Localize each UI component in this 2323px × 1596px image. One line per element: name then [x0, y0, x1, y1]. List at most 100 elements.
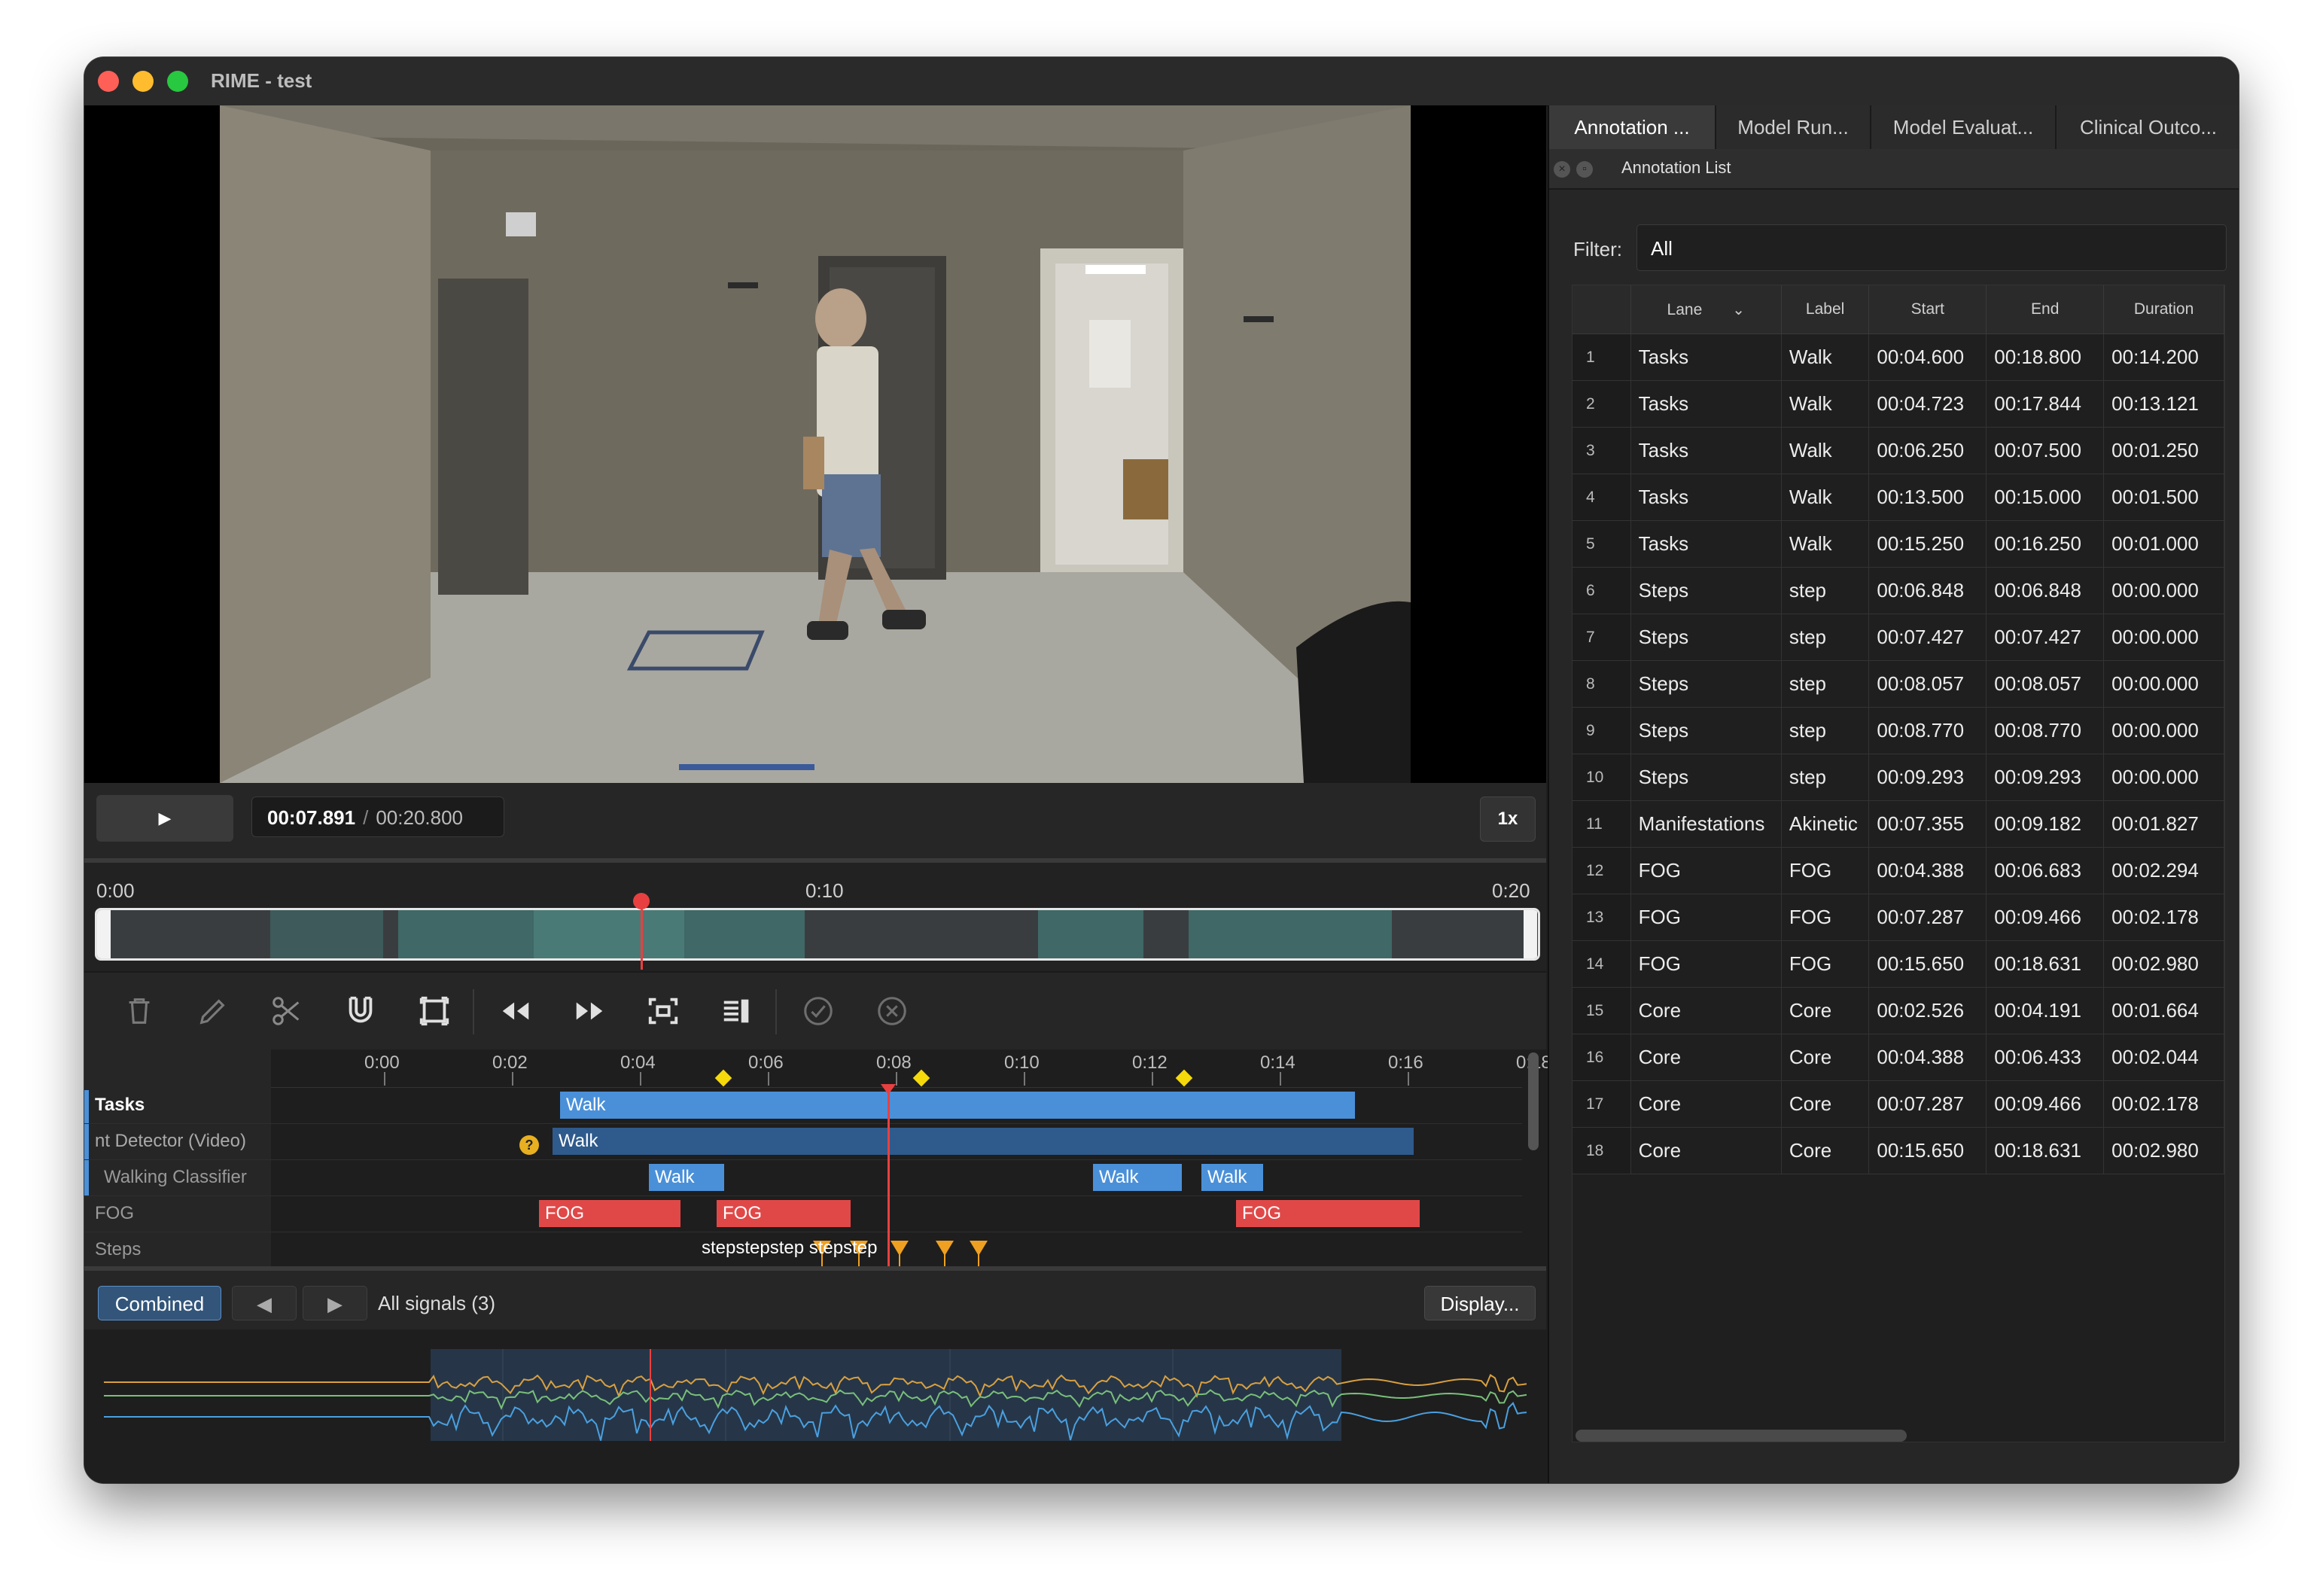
bookmark-marker[interactable]	[1175, 1069, 1192, 1087]
toolbar-separator	[775, 989, 777, 1034]
table-cell: 00:17.844	[1986, 380, 2105, 428]
help-icon[interactable]: ?	[519, 1135, 539, 1155]
annotation-fog-bar[interactable]: FOG	[1236, 1200, 1420, 1227]
display-button[interactable]: Display...	[1424, 1286, 1536, 1320]
timeline[interactable]: 0:000:020:040:060:080:100:120:140:160:18…	[84, 1049, 1551, 1269]
column-header-end[interactable]: End	[1986, 285, 2105, 334]
check-circle-icon[interactable]	[795, 988, 842, 1034]
tab-model-evaluation[interactable]: Model Evaluat...	[1871, 105, 2057, 149]
table-row[interactable]: 17 Core Core 00:07.287 00:09.466 00:02.178	[1573, 1080, 2224, 1128]
magnet-icon[interactable]	[337, 988, 384, 1034]
overview-track[interactable]	[95, 908, 1540, 961]
fit-view-icon[interactable]	[640, 988, 687, 1034]
bookmark-marker[interactable]	[912, 1069, 930, 1087]
annotation-table[interactable]: Lane ⌄ Label Start End Duration 1 Tasks Wal…	[1572, 285, 2225, 1442]
minimize-window-button[interactable]	[132, 71, 154, 92]
table-row[interactable]: 5 Tasks Walk 00:15.250 00:16.250 00:01.000	[1573, 520, 2224, 568]
rewind-icon[interactable]	[492, 988, 539, 1034]
fast-forward-icon[interactable]	[566, 988, 613, 1034]
table-cell: 00:01.827	[2103, 800, 2224, 848]
table-cell: 00:02.526	[1868, 987, 1987, 1034]
table-row[interactable]: 10 Steps step 00:09.293 00:09.293 00:00.000	[1573, 754, 2224, 801]
table-row[interactable]: 2 Tasks Walk 00:04.723 00:17.844 00:13.121	[1573, 380, 2224, 428]
annotation-panel: Annotation ... Model Run... Model Evalua…	[1548, 105, 2239, 1483]
table-horizontal-scrollbar[interactable]	[1576, 1430, 1907, 1442]
time-ruler[interactable]: 0:000:020:040:060:080:100:120:140:160:18	[271, 1049, 1551, 1088]
playback-speed-button[interactable]: 1x	[1480, 796, 1536, 842]
overview-left-handle[interactable]	[97, 910, 111, 958]
column-header-lane[interactable]: Lane ⌄	[1630, 285, 1782, 334]
table-cell: 00:08.770	[1868, 707, 1987, 754]
pencil-icon[interactable]	[190, 988, 236, 1034]
table-cell: 00:09.293	[1868, 754, 1987, 801]
crop-select-icon[interactable]	[411, 988, 458, 1034]
lane-walking-classifier[interactable]: Walking Classifier	[84, 1159, 1522, 1196]
table-row[interactable]: 14 FOG FOG 00:15.650 00:18.631 00:02.980	[1573, 940, 2224, 988]
table-row[interactable]: 11 Manifestations Akinetic 00:07.355 00:09.1…	[1573, 800, 2224, 848]
trash-icon[interactable]	[116, 988, 163, 1034]
annotation-fog-bar[interactable]: FOG	[539, 1200, 680, 1227]
table-row[interactable]: 16 Core Core 00:04.388 00:06.433 00:02.044	[1573, 1034, 2224, 1081]
table-cell: 00:18.800	[1986, 334, 2105, 381]
signal-plot[interactable]	[84, 1329, 1546, 1483]
x-circle-icon[interactable]	[869, 988, 915, 1034]
tab-clinical-outcomes[interactable]: Clinical Outco...	[2057, 105, 2239, 149]
annotation-walk-bar[interactable]: Walk	[1201, 1164, 1263, 1191]
scissors-icon[interactable]	[263, 988, 310, 1034]
table-cell: 00:07.427	[1986, 614, 2105, 661]
row-number: 3	[1573, 427, 1631, 474]
bookmark-marker[interactable]	[714, 1069, 732, 1087]
table-row[interactable]: 7 Steps step 00:07.427 00:07.427 00:00.000	[1573, 614, 2224, 661]
timeline-vertical-scrollbar[interactable]	[1528, 1052, 1539, 1150]
toolbar-separator	[473, 989, 474, 1034]
tab-annotation[interactable]: Annotation ...	[1549, 105, 1716, 149]
table-cell: 00:07.427	[1868, 614, 1987, 661]
next-signal-button[interactable]: ▶	[303, 1286, 367, 1320]
table-row[interactable]: 4 Tasks Walk 00:13.500 00:15.000 00:01.500	[1573, 474, 2224, 521]
table-row[interactable]: 1 Tasks Walk 00:04.600 00:18.800 00:14.200	[1573, 334, 2224, 381]
close-dock-icon[interactable]: ×	[1554, 161, 1570, 178]
table-cell: 00:00.000	[2103, 707, 2224, 754]
table-row[interactable]: 9 Steps step 00:08.770 00:08.770 00:00.000	[1573, 707, 2224, 754]
column-view-icon[interactable]	[714, 988, 760, 1034]
timeline-playhead[interactable]	[887, 1087, 891, 1266]
column-header-label[interactable]: Label	[1781, 285, 1870, 334]
filter-input[interactable]: All	[1636, 224, 2227, 271]
table-cell: 00:06.848	[1986, 567, 2105, 614]
play-button[interactable]: ▶	[96, 795, 233, 842]
table-row[interactable]: 6 Steps step 00:06.848 00:06.848 00:00.000	[1573, 567, 2224, 614]
table-cell: Steps	[1630, 614, 1782, 661]
zoom-window-button[interactable]	[167, 71, 188, 92]
ruler-tick-label: 0:10	[1004, 1052, 1040, 1073]
combined-button[interactable]: Combined	[98, 1286, 221, 1320]
table-row[interactable]: 8 Steps step 00:08.057 00:08.057 00:00.000	[1573, 660, 2224, 708]
annotation-walk-bar[interactable]: Walk	[553, 1128, 1414, 1155]
table-cell: 00:02.980	[2103, 1127, 2224, 1174]
annotation-walk-bar[interactable]: Walk	[1093, 1164, 1182, 1191]
previous-signal-button[interactable]: ◀	[232, 1286, 297, 1320]
table-cell: 00:08.057	[1868, 660, 1987, 708]
table-cell: Walk	[1781, 520, 1870, 568]
table-cell: FOG	[1781, 894, 1870, 941]
table-row[interactable]: 12 FOG FOG 00:04.388 00:06.683 00:02.294	[1573, 847, 2224, 894]
sort-chevron-icon[interactable]: ⌄	[1732, 302, 1745, 318]
table-row[interactable]: 13 FOG FOG 00:07.287 00:09.466 00:02.178	[1573, 894, 2224, 941]
annotation-walk-bar[interactable]: Walk	[649, 1164, 724, 1191]
column-header-duration[interactable]: Duration	[2103, 285, 2224, 334]
video-viewport[interactable]	[84, 105, 1546, 783]
table-row[interactable]: 15 Core Core 00:02.526 00:04.191 00:01.664	[1573, 987, 2224, 1034]
table-cell: Core	[1781, 987, 1870, 1034]
overview-right-handle[interactable]	[1524, 910, 1537, 958]
table-row[interactable]: 3 Tasks Walk 00:06.250 00:07.500 00:01.250	[1573, 427, 2224, 474]
float-dock-icon[interactable]: ▫	[1576, 161, 1593, 178]
column-header-start[interactable]: Start	[1868, 285, 1987, 334]
table-row[interactable]: 18 Core Core 00:15.650 00:18.631 00:02.980	[1573, 1127, 2224, 1174]
table-cell: 00:04.388	[1868, 1034, 1987, 1081]
close-window-button[interactable]	[98, 71, 119, 92]
annotation-walk-bar[interactable]: Walk	[560, 1092, 1355, 1119]
annotation-fog-bar[interactable]: FOG	[717, 1200, 851, 1227]
overview-playhead-knob[interactable]	[633, 893, 650, 909]
ruler-tick-label: 0:12	[1132, 1052, 1168, 1073]
overview-playhead[interactable]	[641, 899, 644, 970]
tab-model-run[interactable]: Model Run...	[1716, 105, 1871, 149]
